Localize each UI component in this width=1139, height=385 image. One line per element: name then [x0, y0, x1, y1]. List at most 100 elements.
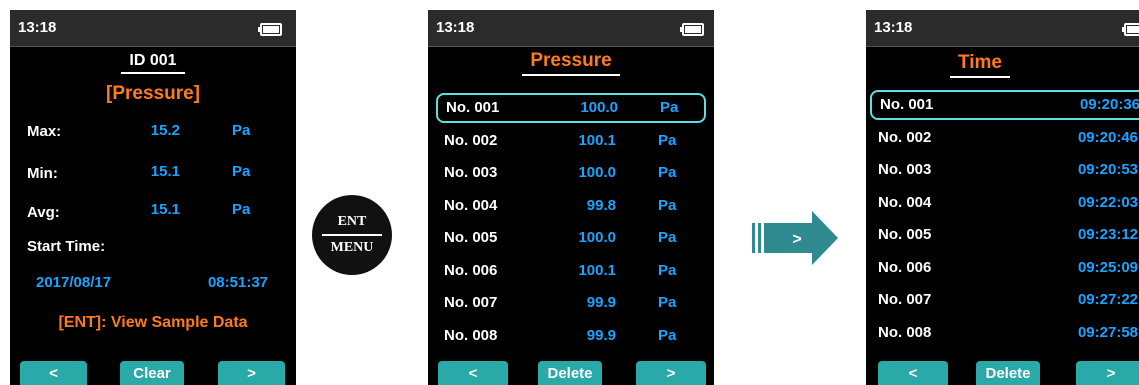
pressure-list-row[interactable]: No. 001 100.0 Pa: [436, 93, 706, 123]
pressure-unit: Pa: [658, 326, 677, 344]
min-unit: Pa: [232, 163, 251, 180]
pressure-value: 100.0: [580, 99, 618, 116]
start-date: 2017/08/17: [36, 274, 112, 291]
pressure-list-row[interactable]: No. 003 100.0 Pa: [436, 158, 706, 188]
record-id-title: ID 001: [10, 52, 296, 74]
status-bar: 13:18: [10, 10, 296, 47]
sample-number: No. 002: [878, 128, 932, 146]
pressure-list-screen: 13:18 Pressure No. 001 100.0 Pa No. 002 100.…: [428, 10, 714, 385]
right-arrow-icon: >: [752, 211, 838, 265]
sample-time: 09:27:22: [1077, 291, 1138, 308]
prev-button[interactable]: <: [20, 361, 87, 385]
pressure-list-row[interactable]: No. 004 99.8 Pa: [436, 191, 706, 221]
sample-number: No. 001: [446, 99, 500, 116]
time-list-row[interactable]: No. 004 09:22:03: [870, 188, 1139, 218]
sample-time: 09:20:36: [1079, 96, 1139, 113]
pressure-value: 99.9: [586, 326, 616, 344]
prev-button[interactable]: <: [878, 361, 948, 385]
avg-unit: Pa: [232, 201, 251, 218]
sample-time: 09:22:03: [1077, 193, 1138, 211]
menu-key-label: MENU: [330, 240, 374, 255]
time-list-screen: 13:18 Time No. 001 09:20:36 No. 002 09:20:4…: [866, 10, 1139, 385]
max-value: 15.2: [150, 122, 180, 139]
sample-time: 09:20:46: [1077, 128, 1138, 146]
sample-number: No. 006: [878, 258, 932, 276]
min-label: Min:: [27, 165, 58, 182]
sample-number: No. 008: [444, 326, 498, 344]
pressure-value: 100.1: [578, 261, 616, 279]
sample-number: No. 002: [444, 131, 498, 149]
pressure-unit: Pa: [658, 164, 677, 181]
sample-number: No. 007: [444, 294, 498, 311]
battery-icon: [258, 23, 282, 36]
sample-time: 09:20:53: [1077, 161, 1138, 178]
pressure-unit: Pa: [658, 196, 677, 214]
sample-time: 09:27:58: [1077, 323, 1138, 341]
sample-number: No. 005: [878, 226, 932, 243]
next-button[interactable]: >: [218, 361, 285, 385]
pressure-list-row[interactable]: No. 008 99.9 Pa: [436, 321, 706, 351]
time-list-row[interactable]: No. 001 09:20:36: [870, 90, 1139, 120]
start-time: 08:51:37: [207, 274, 268, 291]
sample-number: No. 001: [880, 96, 934, 113]
sample-number: No. 004: [444, 196, 498, 214]
pressure-unit: Pa: [658, 229, 677, 246]
parameter-title: [Pressure]: [106, 83, 200, 104]
clock: 13:18: [436, 19, 475, 36]
status-bar: 13:18: [866, 10, 1139, 47]
pressure-list-row[interactable]: No. 007 99.9 Pa: [436, 288, 706, 318]
time-list-row[interactable]: No. 003 09:20:53: [870, 155, 1139, 185]
time-list-row[interactable]: No. 002 09:20:46: [870, 123, 1139, 153]
sample-time: 09:23:12: [1077, 226, 1138, 243]
clear-button[interactable]: Clear: [120, 361, 184, 385]
pressure-value: 100.0: [578, 164, 616, 181]
max-label: Max:: [27, 123, 62, 140]
pressure-unit: Pa: [660, 99, 679, 116]
pressure-value: 100.0: [578, 229, 616, 246]
time-list-row[interactable]: No. 005 09:23:12: [870, 220, 1139, 250]
battery-icon: [1122, 23, 1139, 36]
next-button[interactable]: >: [636, 361, 706, 385]
ent-key-label: ENT: [337, 214, 367, 229]
time-list-row[interactable]: No. 006 09:25:09: [870, 253, 1139, 283]
next-button[interactable]: >: [1076, 361, 1139, 385]
time-list-row[interactable]: No. 007 09:27:22: [870, 285, 1139, 315]
pressure-value: 99.8: [586, 196, 616, 214]
clock: 13:18: [874, 19, 913, 36]
clock: 13:18: [18, 19, 57, 36]
sample-number: No. 006: [444, 261, 498, 279]
pressure-list-row[interactable]: No. 005 100.0 Pa: [436, 223, 706, 253]
avg-label: Avg:: [27, 204, 60, 221]
time-title: Time: [866, 52, 1094, 78]
min-value: 15.1: [150, 163, 180, 180]
start-time-label: Start Time:: [27, 238, 106, 255]
pressure-list-row[interactable]: No. 006 100.1 Pa: [436, 256, 706, 286]
pressure-value: 99.9: [586, 294, 616, 311]
pressure-title: Pressure: [428, 50, 714, 76]
view-sample-hint: [ENT]: View Sample Data: [58, 314, 248, 331]
time-list-row[interactable]: No. 008 09:27:58: [870, 318, 1139, 348]
pressure-list-row[interactable]: No. 002 100.1 Pa: [436, 126, 706, 156]
delete-button[interactable]: Delete: [976, 361, 1040, 385]
sample-number: No. 008: [878, 323, 932, 341]
sample-number: No. 003: [878, 161, 932, 178]
pressure-unit: Pa: [658, 294, 677, 311]
sample-time: 09:25:09: [1077, 258, 1138, 276]
sample-number: No. 004: [878, 193, 932, 211]
pressure-unit: Pa: [658, 261, 677, 279]
status-bar: 13:18: [428, 10, 714, 47]
ent-key-divider: [322, 234, 382, 236]
pressure-unit: Pa: [658, 131, 677, 149]
battery-icon: [680, 23, 704, 36]
arrow-label: >: [792, 231, 801, 248]
sample-number: No. 007: [878, 291, 932, 308]
max-unit: Pa: [232, 122, 251, 139]
avg-value: 15.1: [150, 201, 180, 218]
sample-number: No. 005: [444, 229, 498, 246]
pressure-value: 100.1: [578, 131, 616, 149]
ent-menu-key[interactable]: ENT MENU: [312, 195, 392, 275]
summary-screen: 13:18 ID 001 [Pressure] Max: 15.2 Pa Min…: [10, 10, 296, 385]
delete-button[interactable]: Delete: [538, 361, 602, 385]
prev-button[interactable]: <: [438, 361, 508, 385]
sample-number: No. 003: [444, 164, 498, 181]
